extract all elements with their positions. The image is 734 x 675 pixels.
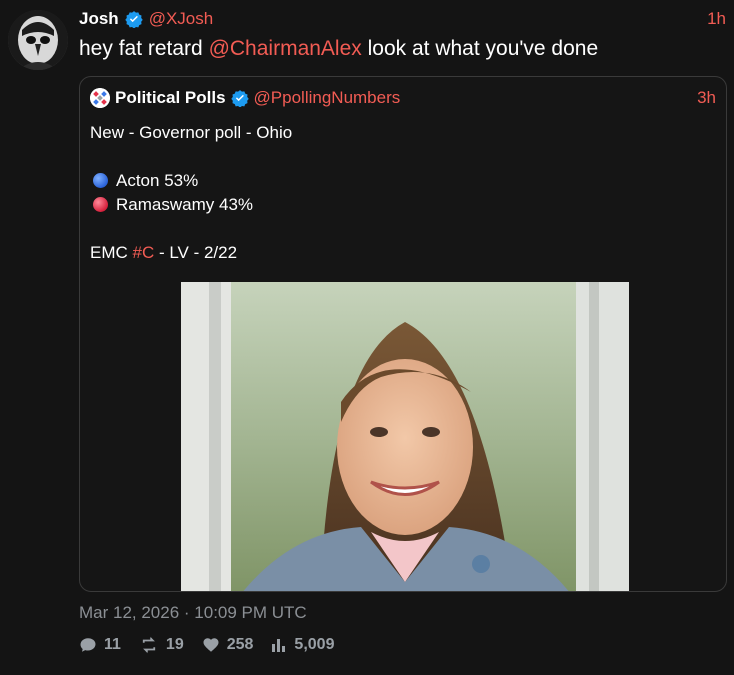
view-count: 5,009 — [294, 636, 335, 653]
avatar[interactable] — [8, 10, 68, 70]
candidate-pct: 53% — [164, 171, 199, 190]
tweet-text-suffix: look at what you've done — [361, 37, 599, 60]
tweet: Josh @XJosh 1h hey fat retard @ChairmanA… — [0, 0, 734, 675]
red-circle-icon — [93, 197, 108, 212]
quote-body: New - Governor poll - Ohio Acton 53% Ram… — [90, 121, 292, 265]
like-button[interactable]: 258 — [202, 636, 254, 654]
author-handle[interactable]: @XJosh — [149, 9, 214, 29]
tweet-timestamp[interactable]: Mar 12, 2026 · 10:09 PM UTC — [79, 603, 307, 623]
reply-button[interactable]: 11 — [79, 636, 121, 654]
poll-result-row: Ramaswamy 43% — [90, 193, 292, 217]
views-button[interactable]: 5,009 — [271, 636, 334, 654]
candidate-pct: 43% — [218, 195, 254, 214]
tweet-time[interactable]: 1h — [707, 9, 726, 29]
tweet-text-prefix: hey fat retard — [79, 37, 209, 60]
repost-count: 19 — [165, 636, 184, 653]
source-prefix: EMC — [90, 243, 133, 262]
candidate-name: Acton — [116, 171, 160, 190]
author-name[interactable]: Josh — [79, 9, 119, 29]
reply-icon — [80, 638, 96, 652]
repost-button[interactable]: 19 — [139, 636, 184, 654]
political-polls-logo-icon — [90, 88, 110, 108]
mention-link[interactable]: @ChairmanAlex — [209, 37, 362, 60]
poll-result-row: Acton 53% — [90, 169, 292, 193]
tweet-header: Josh @XJosh — [79, 9, 213, 29]
bar-chart-icon — [272, 639, 286, 652]
quote-author-name[interactable]: Political Polls — [115, 88, 226, 108]
quote-time[interactable]: 3h — [697, 88, 716, 108]
reply-count: 11 — [104, 636, 121, 653]
source-suffix: - LV - 2/22 — [154, 243, 238, 262]
verified-badge-icon — [124, 10, 143, 29]
tweet-text: hey fat retard @ChairmanAlex look at wha… — [79, 37, 598, 61]
poll-source: EMC #C - LV - 2/22 — [90, 241, 292, 265]
quote-header: Political Polls @PpollingNumbers — [90, 88, 400, 108]
candidate-name: Ramaswamy — [116, 195, 215, 214]
like-count: 258 — [226, 636, 254, 653]
verified-badge-icon — [230, 89, 249, 108]
quoted-tweet[interactable]: Political Polls @PpollingNumbers 3h New … — [79, 76, 727, 592]
engagement-bar: 11 19 258 5,009 — [79, 636, 352, 654]
hashtag-link[interactable]: #C — [133, 243, 155, 262]
heart-icon — [203, 638, 219, 652]
quote-author-handle[interactable]: @PpollingNumbers — [254, 88, 401, 108]
blue-circle-icon — [93, 173, 108, 188]
candidate-photo[interactable] — [181, 282, 629, 591]
quote-headline: New - Governor poll - Ohio — [90, 123, 293, 142]
repost-icon — [142, 636, 156, 654]
